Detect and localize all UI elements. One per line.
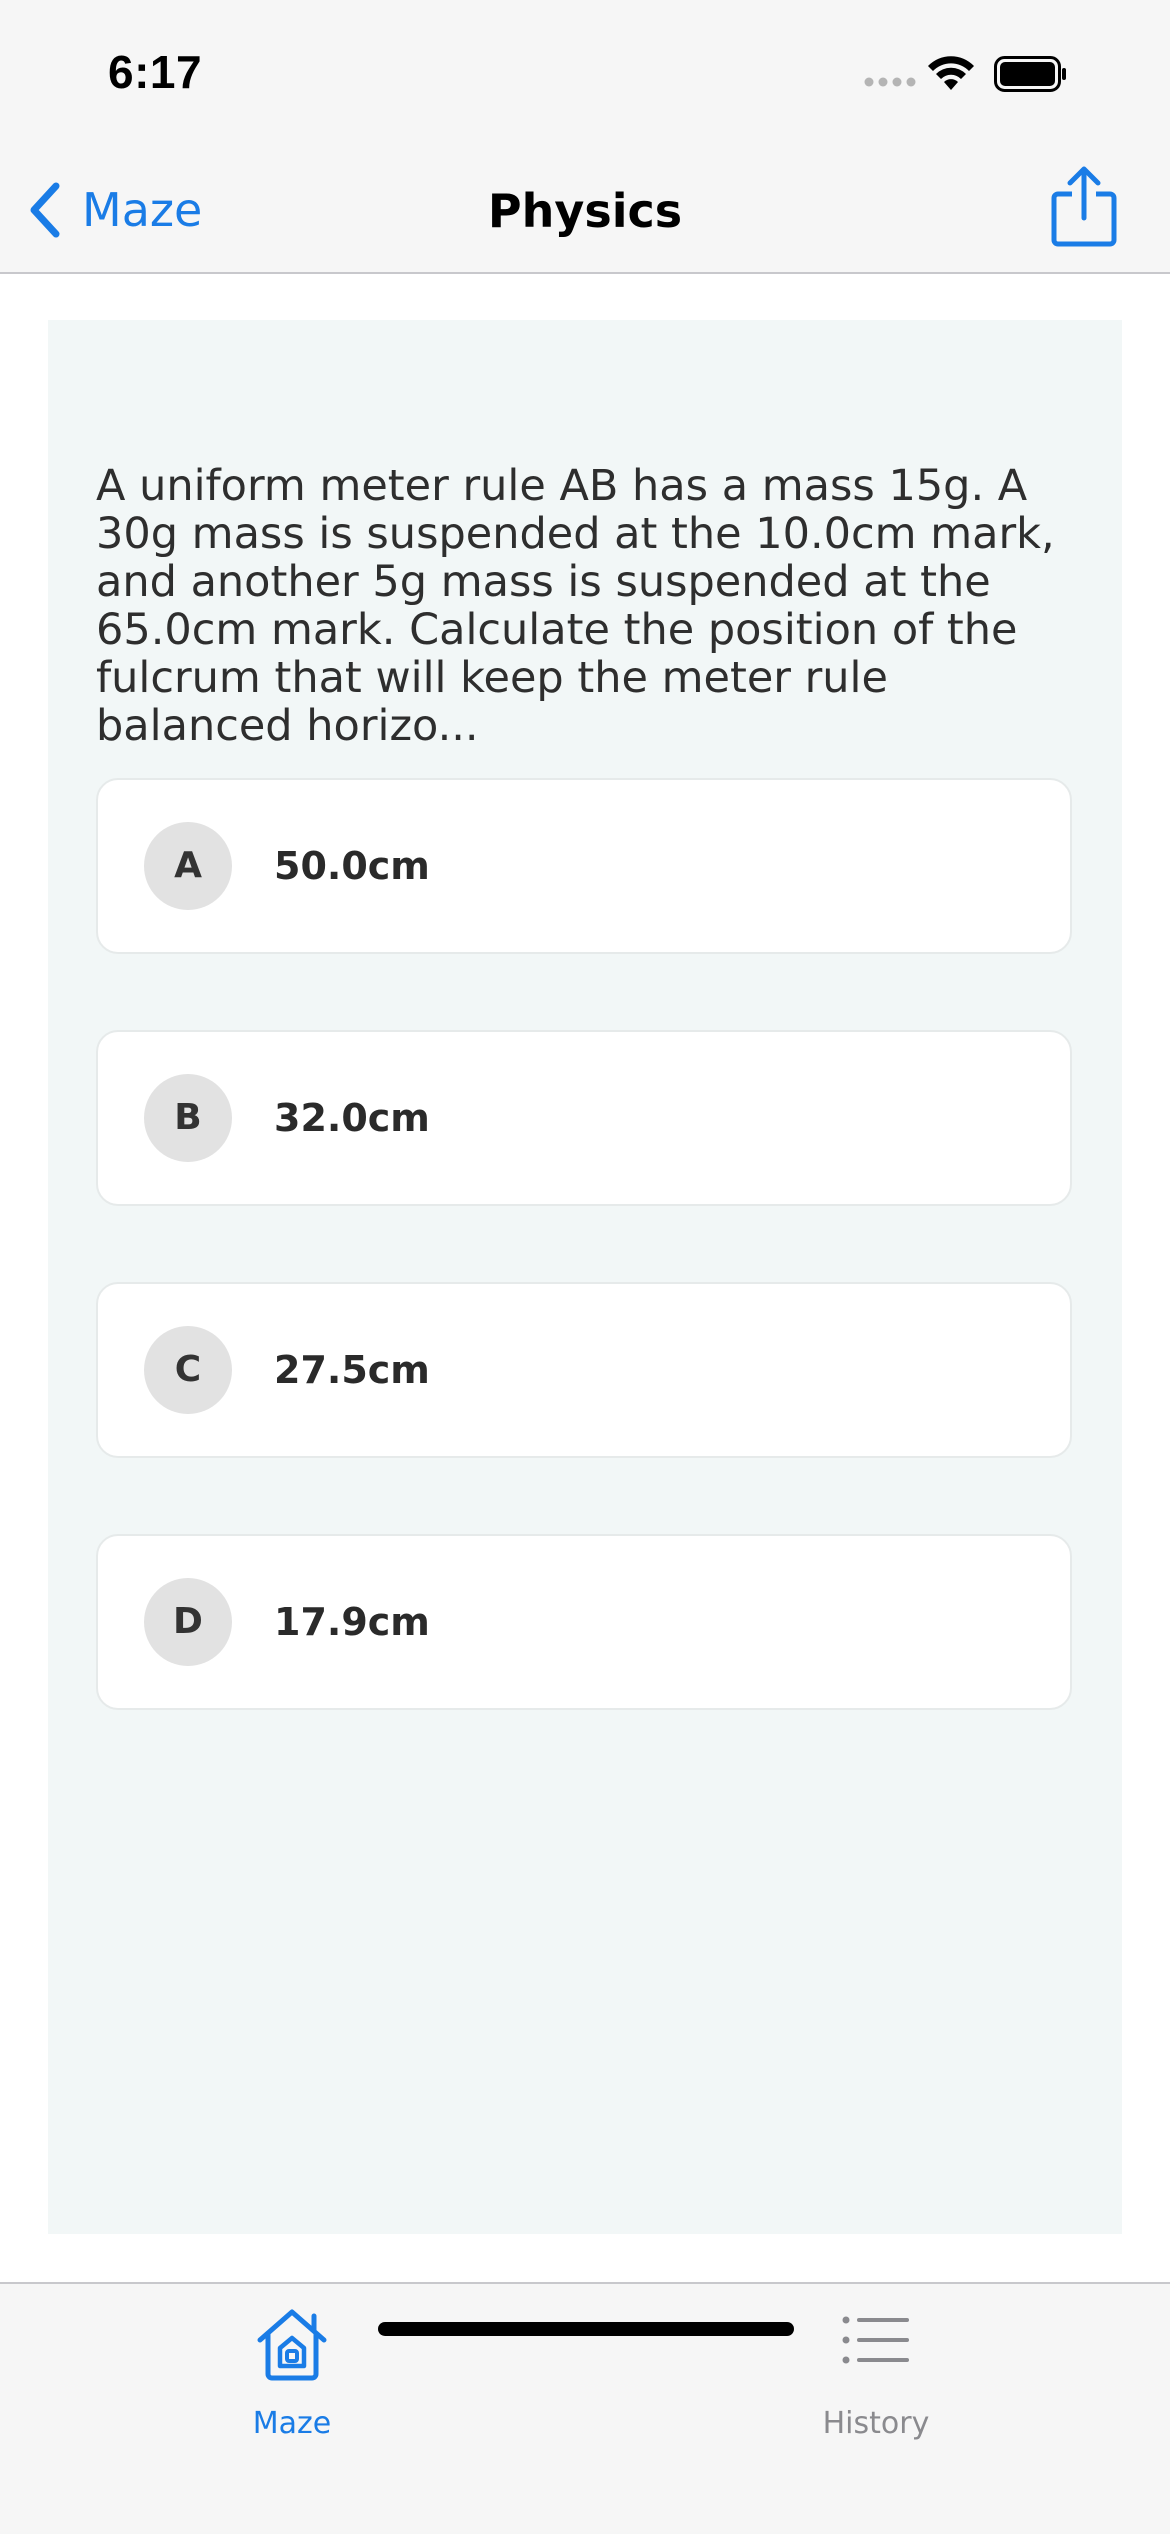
list-icon [842, 2316, 909, 2364]
option-letter: C [144, 1326, 232, 1414]
tab-label: Maze [252, 2406, 332, 2441]
home-indicator [378, 2322, 794, 2336]
option-letter: B [144, 1074, 232, 1162]
option-text: 50.0cm [274, 844, 430, 888]
question-card: A uniform meter rule AB has a mass 15g. … [48, 320, 1122, 2234]
status-bar: 6:17 [0, 0, 1170, 148]
signal-icon [864, 77, 916, 87]
option-letter: A [144, 822, 232, 910]
share-icon [1051, 166, 1117, 247]
share-button[interactable] [1048, 164, 1120, 248]
nav-bar: Maze Physics [0, 148, 1170, 274]
status-time: 6:17 [108, 46, 203, 98]
question-text: A uniform meter rule AB has a mass 15g. … [96, 461, 1055, 751]
option-a[interactable]: A 50.0cm [96, 778, 1072, 954]
tab-bar: Maze History [0, 2282, 1170, 2534]
option-text: 32.0cm [274, 1096, 430, 1140]
battery-icon [994, 56, 1066, 92]
option-letter: D [144, 1578, 232, 1666]
option-c[interactable]: C 27.5cm [96, 1282, 1072, 1458]
option-b[interactable]: B 32.0cm [96, 1030, 1072, 1206]
tab-label: History [822, 2406, 930, 2441]
wifi-icon [928, 56, 974, 90]
option-text: 27.5cm [274, 1348, 430, 1392]
page-title: Physics [487, 184, 683, 238]
option-d[interactable]: D 17.9cm [96, 1534, 1072, 1710]
option-text: 17.9cm [274, 1600, 430, 1644]
home-icon [257, 2309, 327, 2381]
